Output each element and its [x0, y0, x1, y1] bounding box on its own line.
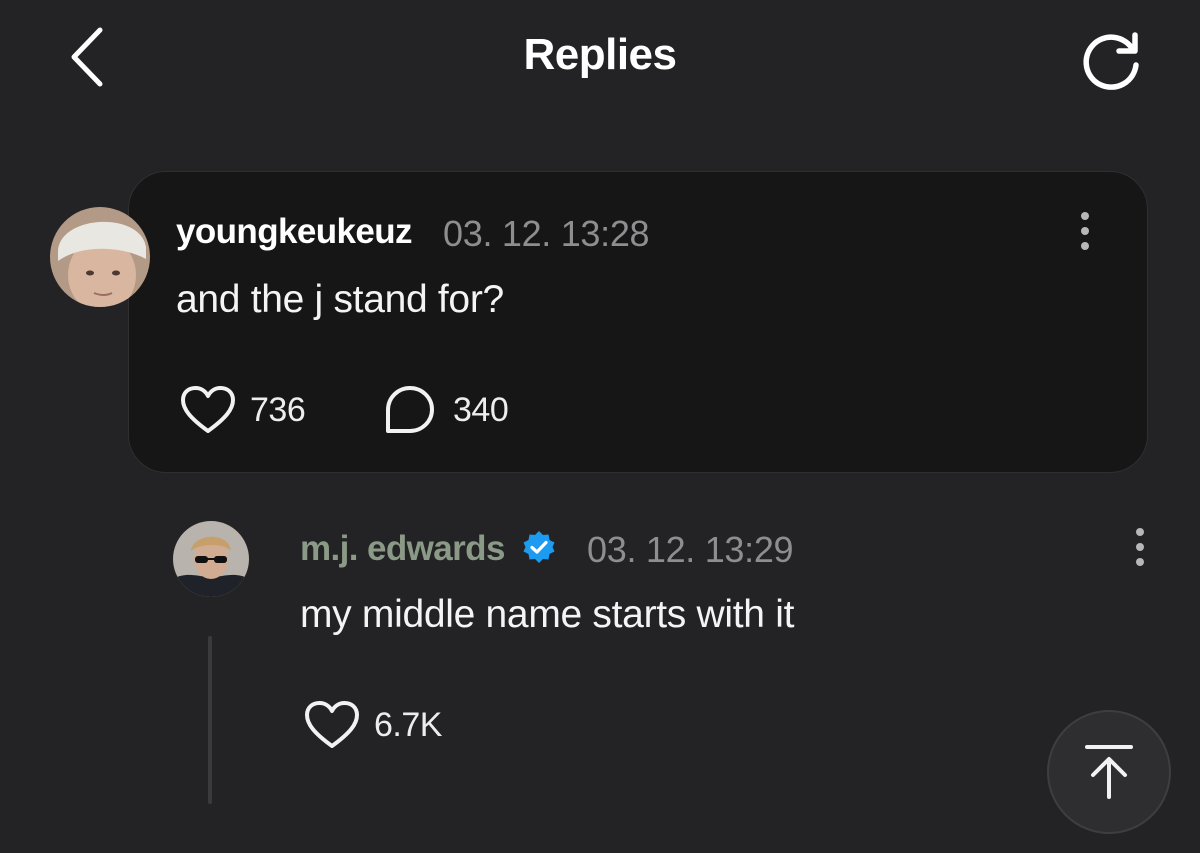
more-dot	[1136, 543, 1144, 551]
like-count: 736	[250, 390, 306, 429]
reply-timestamp: 03. 12. 13:29	[587, 529, 794, 570]
refresh-icon	[1083, 32, 1139, 90]
more-dot	[1081, 212, 1089, 220]
like-button[interactable]: 736	[180, 385, 306, 435]
more-dot	[1081, 227, 1089, 235]
replies-screen: Replies youngkeukeuz 03. 12. 13:28 and t…	[0, 0, 1200, 853]
thread-line	[208, 636, 212, 804]
more-dot	[1081, 242, 1089, 250]
reply-like-button[interactable]: 6.7K	[304, 700, 442, 750]
page-title: Replies	[523, 30, 677, 79]
comment-username[interactable]: youngkeukeuz	[176, 212, 413, 252]
reply-button[interactable]: 340	[385, 385, 509, 435]
avatar[interactable]	[50, 207, 150, 307]
reply-more-button[interactable]	[1120, 517, 1160, 577]
scroll-to-top-button[interactable]	[1047, 710, 1171, 834]
more-dot	[1136, 528, 1144, 536]
reply-username[interactable]: m.j. edwards	[300, 529, 505, 569]
comment-more-button[interactable]	[1065, 201, 1105, 261]
reply-like-count: 6.7K	[374, 705, 442, 744]
heart-icon	[305, 701, 359, 748]
avatar[interactable]	[173, 521, 249, 597]
header: Replies	[0, 0, 1200, 120]
more-dot	[1136, 558, 1144, 566]
comment-bubble-icon	[386, 386, 434, 433]
refresh-button[interactable]	[1072, 22, 1152, 96]
verified-badge-icon	[523, 531, 555, 563]
comment-text: and the j stand for?	[176, 278, 504, 321]
heart-icon	[181, 386, 235, 433]
comment-timestamp: 03. 12. 13:28	[443, 213, 650, 254]
reply-count: 340	[453, 390, 509, 429]
reply-text: my middle name starts with it	[300, 593, 795, 636]
arrow-up-to-top-icon	[1085, 745, 1133, 799]
